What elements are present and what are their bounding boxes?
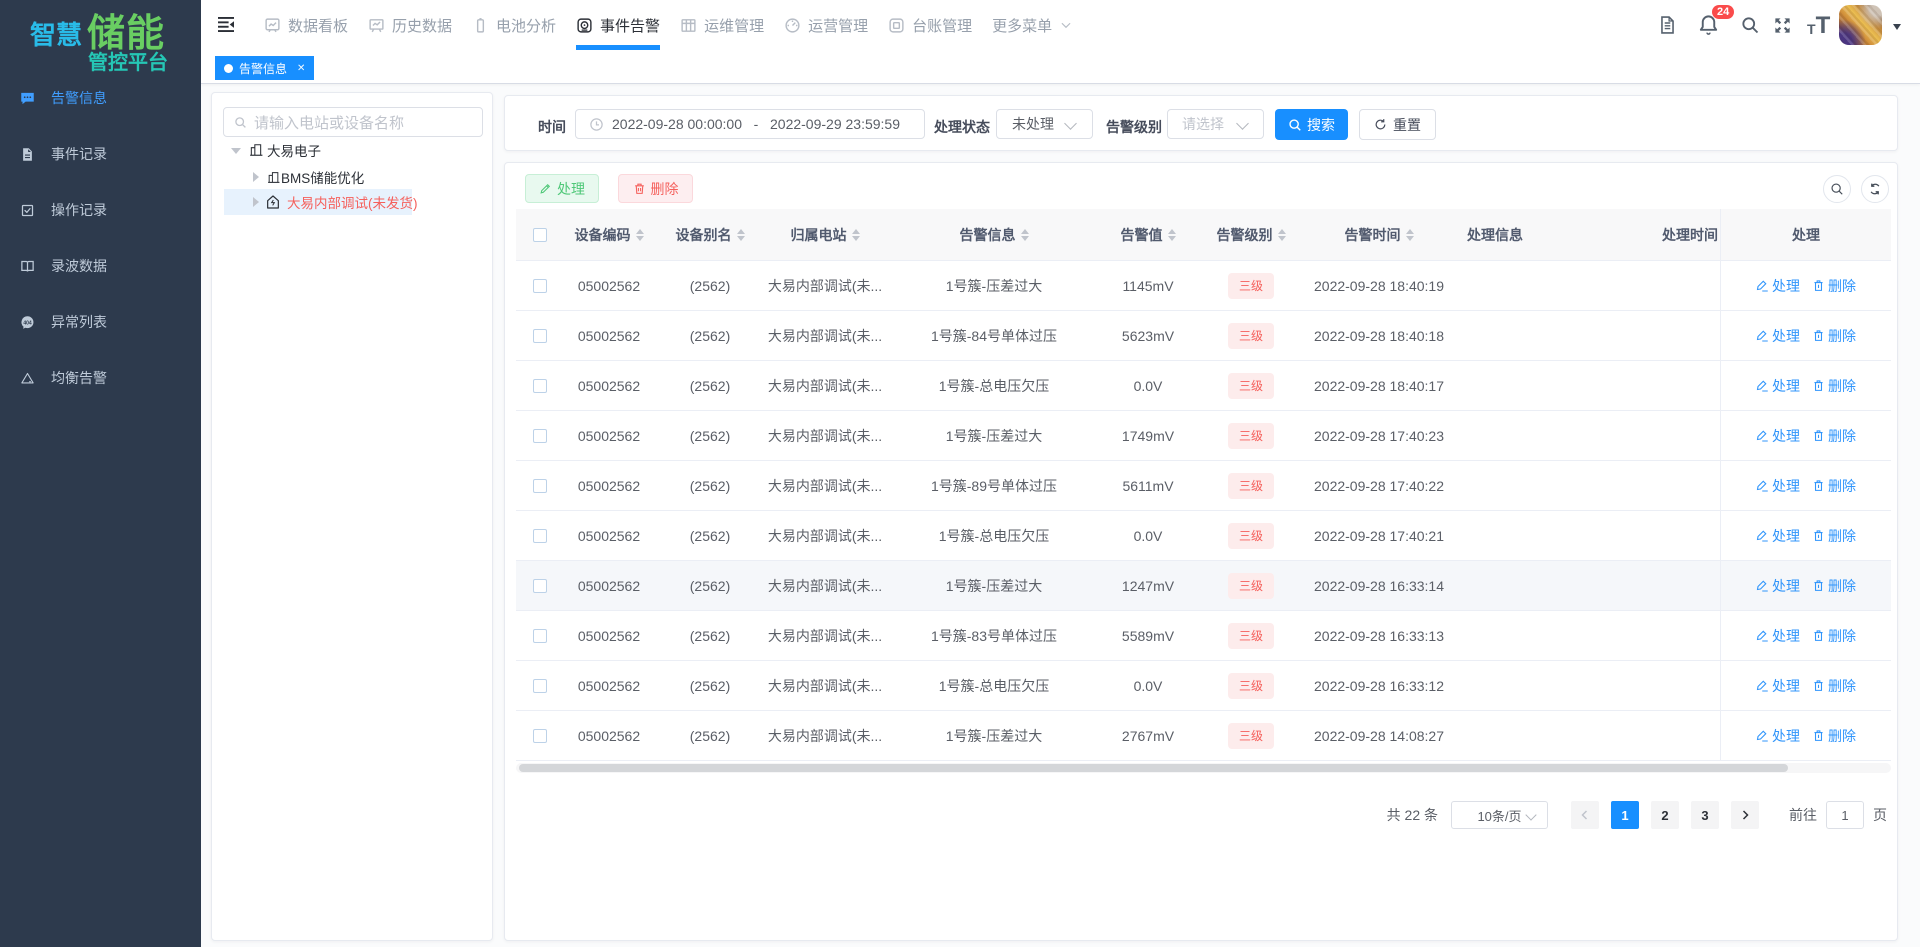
svg-text:404: 404 — [23, 320, 32, 326]
